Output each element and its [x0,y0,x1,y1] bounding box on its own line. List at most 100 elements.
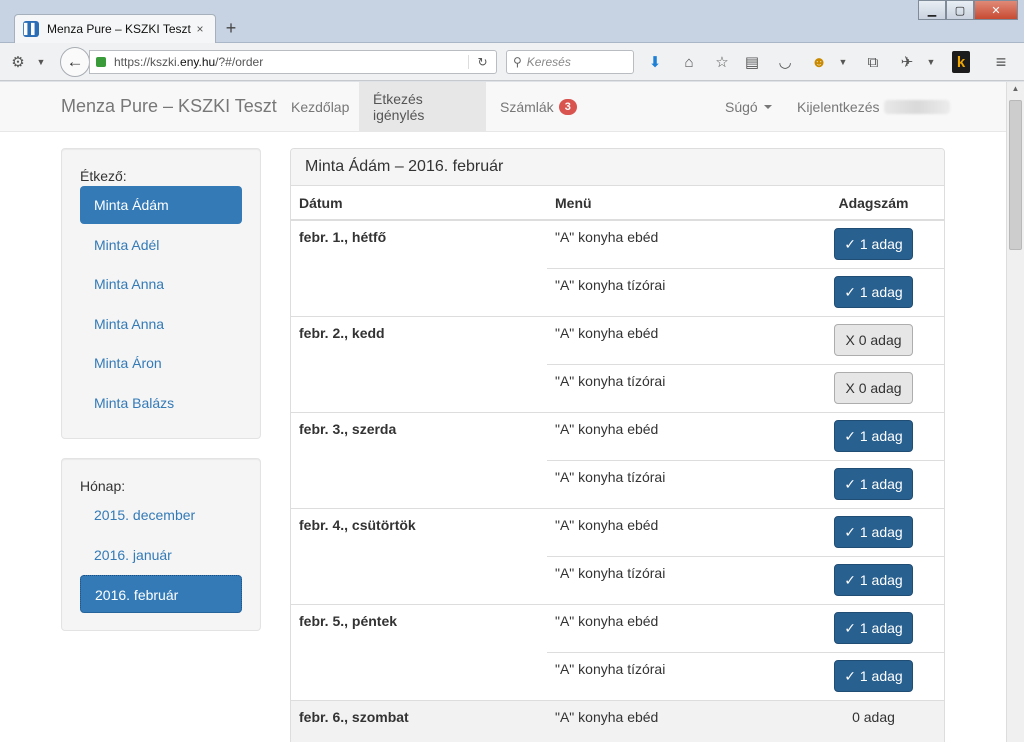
hamburger-menu-icon[interactable]: ≡ [990,51,1012,73]
portion-cell: ✓ 1 adag [803,556,944,605]
portion-toggle-button[interactable]: ✓ 1 adag [834,516,913,548]
browser-tab[interactable]: ▌▌ Menza Pure – KSZKI Teszt × [14,14,216,43]
portion-cell: ✓ 1 adag [803,508,944,557]
day-date: febr. 1., hétfő [291,219,547,317]
extension-k-icon[interactable]: k [952,51,970,73]
nav-invoices-label: Számlák [500,99,554,115]
portion-cell: ✓ 1 adag [803,412,944,461]
tab-title: Menza Pure – KSZKI Teszt [47,22,191,36]
order-table-body: febr. 1., hétfő "A" konyha ebéd ✓ 1 adag "A… [291,219,944,742]
dropdown-arrow-icon[interactable]: ▼ [34,51,48,73]
addon-icon[interactable]: ☻ [808,51,830,73]
panel-title: Minta Ádám – 2016. február [291,149,944,186]
search-input[interactable]: ⚲ Keresés [506,50,634,74]
menu-name: "A" konyha ebéd [547,219,803,269]
brand-title[interactable]: Menza Pure – KSZKI Teszt [61,96,277,117]
portion-toggle-button[interactable]: ✓ 1 adag [834,420,913,452]
month-selector: Hónap: 2015. december 2016. január 2016. f… [61,458,261,631]
reload-icon[interactable]: ↻ [468,55,496,69]
app-navbar: Menza Pure – KSZKI Teszt Kezdőlap Étkezé… [0,82,1006,132]
month-list: 2015. december 2016. január 2016. február [80,496,242,613]
minimize-icon[interactable]: ▁ [918,0,946,20]
web-page: Menza Pure – KSZKI Teszt Kezdőlap Étkezé… [0,82,1006,742]
diner-item[interactable]: Minta Balázs [80,384,242,422]
address-bar[interactable]: https://kszki.eny.hu/?#/order ↻ [89,50,497,74]
window-controls: ▁ ▢ ✕ [918,0,1018,20]
nav-invoices[interactable]: Számlák 3 [486,82,591,132]
menu-name: "A" konyha tízórai [547,268,803,317]
portion-toggle-button[interactable]: ✓ 1 adag [834,612,913,644]
portion-cell: ✓ 1 adag [803,604,944,653]
sync-icon[interactable]: ⧉ [862,51,884,73]
browser-toolbar: ⚙ ▼ ← https://kszki.eny.hu/?#/order ↻ ⚲ … [0,43,1024,81]
day-date: febr. 2., kedd [291,316,547,413]
diner-item[interactable]: Minta Anna [80,265,242,303]
diner-item[interactable]: Minta Ádám [80,186,242,224]
diner-item[interactable]: Minta Anna [80,305,242,343]
url-text: https://kszki.eny.hu/?#/order [114,55,264,69]
portion-toggle-button[interactable]: ✓ 1 adag [834,660,913,692]
download-icon[interactable]: ⬇ [644,51,666,73]
nav-logout-label: Kijelentkezés [797,99,880,115]
menu-name: "A" konyha ebéd [547,508,803,557]
portion-cell: X 0 adag [803,316,944,365]
scroll-up-arrow-icon[interactable]: ▲ [1007,84,1024,98]
nav-home[interactable]: Kezdőlap [277,82,363,132]
day-date: febr. 5., péntek [291,604,547,701]
menu-name: "A" konyha ebéd [547,700,803,742]
menu-name: "A" konyha tízórai [547,364,803,413]
table-row: febr. 2., kedd "A" konyha ebéd X 0 adag [291,316,944,413]
month-item[interactable]: 2016. február [80,575,242,613]
settings-gear-icon[interactable]: ⚙ [8,51,28,73]
new-tab-icon[interactable]: + [222,18,240,38]
table-row: febr. 3., szerda "A" konyha ebéd ✓ 1 adag [291,412,944,509]
invoices-badge: 3 [558,99,577,115]
star-icon[interactable]: ☆ [711,51,733,73]
day-date: febr. 6., szombat [291,700,547,742]
portion-toggle-button[interactable]: ✓ 1 adag [834,276,913,308]
portion-cell: ✓ 1 adag [803,219,944,269]
nav-help[interactable]: Súgó [711,82,786,132]
order-table: Dátum Menü Adagszám febr. 1., hétfő "A" k… [291,186,944,742]
reading-list-icon[interactable]: ▤ [741,51,763,73]
portion-toggle-button[interactable]: ✓ 1 adag [834,228,913,260]
portion-toggle-button[interactable]: ✓ 1 adag [834,468,913,500]
maximize-icon[interactable]: ▢ [946,0,974,20]
addon-dropdown-icon[interactable]: ▼ [836,51,850,73]
pocket-icon[interactable]: ◡ [774,51,796,73]
day-date: febr. 4., csütörtök [291,508,547,605]
diner-label: Étkező: [80,168,127,184]
pin-icon[interactable]: ✈ [896,51,918,73]
table-row: febr. 6., szombat "A" konyha ebéd 0 adag [291,700,944,742]
nav-order[interactable]: Étkezés igénylés [359,82,486,132]
column-header-date: Dátum [291,186,547,221]
pin-dropdown-icon[interactable]: ▼ [924,51,938,73]
portion-toggle-button[interactable]: ✓ 1 adag [834,564,913,596]
diner-list: Minta Ádám Minta Adél Minta Anna Minta Anna… [80,186,242,422]
scrollbar-thumb[interactable] [1009,100,1022,250]
table-row: febr. 1., hétfő "A" konyha ebéd ✓ 1 adag [291,219,944,317]
nav-logout[interactable]: Kijelentkezés [783,82,964,132]
window-close-icon[interactable]: ✕ [974,0,1018,20]
tab-close-icon[interactable]: × [193,22,207,36]
portion-count: 0 adag [852,709,895,725]
diner-item[interactable]: Minta Áron [80,344,242,382]
month-item[interactable]: 2016. január [80,536,242,574]
menu-name: "A" konyha ebéd [547,412,803,461]
diner-item[interactable]: Minta Adél [80,226,242,264]
month-item[interactable]: 2015. december [80,496,242,534]
window-titlebar: ▌▌ Menza Pure – KSZKI Teszt × + ▁ ▢ ✕ [0,0,1024,43]
portion-cell: ✓ 1 adag [803,268,944,317]
portion-cell: ✓ 1 adag [803,652,944,701]
chevron-down-icon [763,105,772,109]
home-icon[interactable]: ⌂ [678,51,700,73]
column-header-menu: Menü [547,186,803,221]
portion-toggle-button[interactable]: X 0 adag [834,324,913,356]
page-scrollbar[interactable]: ▲ [1006,82,1024,742]
back-arrow-icon[interactable]: ← [60,47,90,77]
portion-cell: 0 adag [803,700,944,742]
lock-icon [96,57,106,67]
portion-toggle-button[interactable]: X 0 adag [834,372,913,404]
month-label: Hónap: [80,478,126,494]
order-panel: Minta Ádám – 2016. február Dátum Menü Ad… [290,148,945,742]
